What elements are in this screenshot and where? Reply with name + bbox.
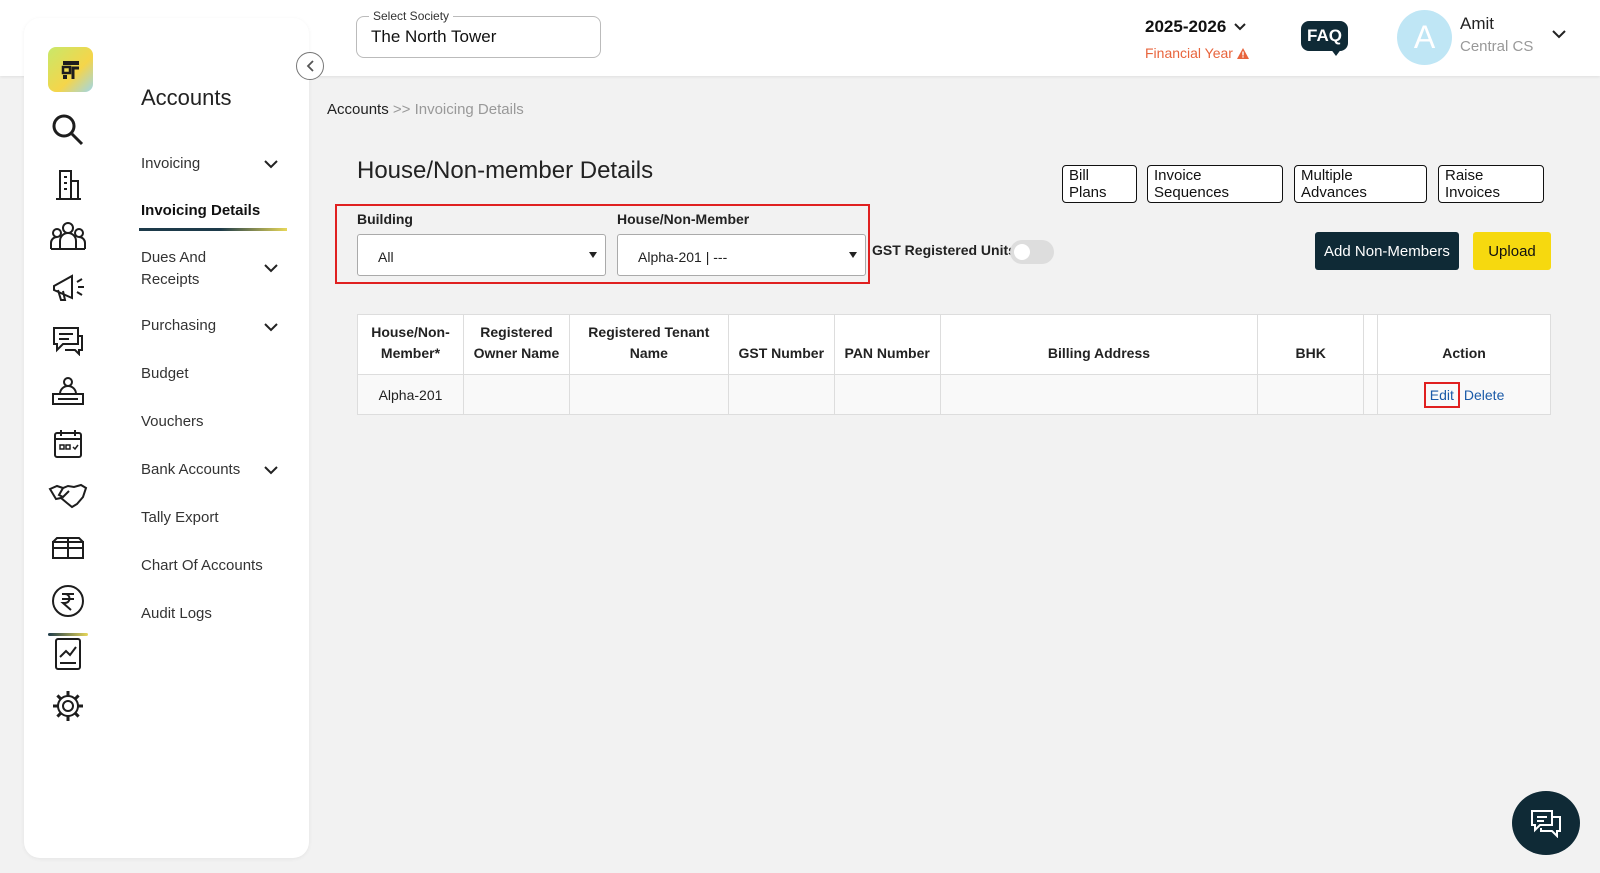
column-header-pan: PAN Number	[833, 314, 941, 375]
society-select[interactable]: Select Society The North Tower	[356, 9, 601, 58]
chevron-left-icon	[306, 60, 314, 72]
search-icon[interactable]	[48, 110, 88, 150]
chevron-down-icon[interactable]	[1552, 30, 1566, 39]
column-header-house: House/Non-Member*	[357, 314, 464, 375]
column-header-tenant: Registered Tenant Name	[568, 314, 729, 375]
chat-icon[interactable]	[48, 320, 88, 360]
building-select-value: All	[378, 249, 394, 265]
raise-invoices-button[interactable]: Raise Invoices	[1438, 165, 1544, 203]
breadcrumb: Accounts >> Invoicing Details	[327, 101, 524, 118]
sidebar-item-dues-and-receipts[interactable]: Dues And Receipts	[141, 247, 256, 291]
table-header-row: House/Non-Member* Registered Owner Name …	[357, 314, 1551, 375]
chat-bubbles-icon	[1531, 810, 1561, 838]
sidebar-item-invoicing[interactable]: Invoicing	[141, 153, 281, 175]
page-title: House/Non-member Details	[357, 157, 654, 184]
cell-owner	[462, 374, 570, 415]
gst-registered-units-toggle[interactable]	[1010, 240, 1054, 264]
edit-link[interactable]: Edit	[1423, 381, 1460, 408]
app-logo[interactable]	[48, 47, 93, 92]
table-row: Alpha-201 Edit Delete	[357, 374, 1551, 415]
avatar[interactable]: A	[1397, 10, 1452, 65]
delete-link[interactable]: Delete	[1464, 387, 1504, 403]
sidebar-item-vouchers[interactable]: Vouchers	[141, 411, 281, 433]
society-select-value: The North Tower	[371, 27, 497, 46]
gst-registered-units-label: GST Registered Units	[872, 242, 1016, 258]
caret-down-icon	[589, 252, 597, 258]
chat-support-button[interactable]	[1512, 791, 1580, 855]
active-menu-underline	[139, 228, 287, 231]
sidebar-item-tally-export[interactable]: Tally Export	[141, 507, 281, 529]
chevron-down-icon[interactable]	[264, 264, 278, 273]
sidebar-item-purchasing[interactable]: Purchasing	[141, 315, 281, 337]
financial-year-row: 2025-2026	[1145, 17, 1275, 37]
house-select-value: Alpha-201 | ---	[638, 249, 728, 265]
financial-year-selector[interactable]: 2025-2026 Financial Year	[1145, 17, 1275, 61]
upload-button[interactable]: Upload	[1473, 232, 1551, 270]
column-header-gst: GST Number	[727, 314, 835, 375]
settings-gear-icon[interactable]	[48, 686, 88, 726]
sidebar-item-chart-of-accounts[interactable]: Chart Of Accounts	[141, 555, 281, 577]
faq-button[interactable]: FAQ	[1301, 21, 1348, 51]
cell-blank	[1363, 374, 1379, 415]
toggle-knob	[1014, 244, 1030, 260]
breadcrumb-separator: >>	[388, 101, 415, 118]
society-select-label: Select Society	[369, 9, 454, 23]
sidebar-item-invoicing-details[interactable]: Invoicing Details	[141, 200, 281, 222]
house-details-table: House/Non-Member* Registered Owner Name …	[357, 314, 1551, 415]
column-header-action: Action	[1377, 314, 1551, 375]
megaphone-icon[interactable]	[48, 268, 88, 308]
user-name[interactable]: Amit	[1460, 14, 1494, 34]
invoice-sequences-button[interactable]: Invoice Sequences	[1147, 165, 1283, 203]
chevron-down-icon[interactable]	[264, 466, 278, 475]
sidebar-section-title: Accounts	[141, 85, 232, 110]
calendar-icon[interactable]	[48, 424, 88, 464]
sidebar: Accounts Invoicing Invoicing Details Due…	[24, 18, 309, 858]
chevron-down-icon[interactable]	[264, 160, 278, 169]
building-icon[interactable]	[48, 165, 88, 205]
building-filter-label: Building	[357, 211, 413, 227]
breadcrumb-current: Invoicing Details	[414, 101, 524, 118]
sidebar-item-audit-logs[interactable]: Audit Logs	[141, 603, 281, 625]
desk-icon[interactable]	[48, 372, 88, 412]
logo-icon	[61, 60, 79, 79]
chevron-down-icon	[1234, 23, 1247, 31]
column-header-owner: Registered Owner Name	[462, 314, 570, 375]
cell-gst	[727, 374, 835, 415]
warning-icon	[1236, 47, 1249, 59]
handshake-icon[interactable]	[48, 476, 88, 516]
user-role: Central CS	[1460, 38, 1534, 55]
rupee-icon[interactable]	[48, 581, 88, 621]
house-filter-label: House/Non-Member	[617, 211, 750, 227]
box-icon[interactable]	[48, 528, 88, 568]
sidebar-collapse-button[interactable]	[296, 52, 324, 80]
chevron-down-icon[interactable]	[264, 323, 278, 332]
breadcrumb-root[interactable]: Accounts	[327, 101, 389, 118]
report-icon[interactable]	[48, 634, 88, 674]
multiple-advances-button[interactable]: Multiple Advances	[1294, 165, 1427, 203]
sidebar-item-bank-accounts[interactable]: Bank Accounts	[141, 459, 281, 481]
column-header-bhk: BHK	[1257, 314, 1365, 375]
building-select[interactable]: All	[357, 234, 606, 276]
sidebar-item-budget[interactable]: Budget	[141, 363, 281, 385]
cell-action: Edit Delete	[1377, 374, 1551, 415]
add-non-members-button[interactable]: Add Non-Members	[1315, 232, 1459, 270]
cell-pan	[833, 374, 941, 415]
caret-down-icon	[849, 252, 857, 258]
bill-plans-button[interactable]: Bill Plans	[1062, 165, 1137, 203]
financial-year-label: Financial Year	[1145, 45, 1233, 61]
cell-billing-address	[939, 374, 1259, 415]
faq-bubble-tail	[1330, 48, 1342, 56]
financial-year-value: 2025-2026	[1145, 17, 1227, 36]
cell-house: Alpha-201	[357, 374, 464, 415]
column-header-billing-address: Billing Address	[939, 314, 1259, 375]
house-select[interactable]: Alpha-201 | ---	[617, 234, 866, 276]
people-icon[interactable]	[48, 216, 88, 256]
cell-bhk	[1257, 374, 1365, 415]
cell-tenant	[568, 374, 729, 415]
column-header-blank	[1363, 314, 1379, 375]
financial-year-row-label: Financial Year	[1145, 45, 1275, 61]
